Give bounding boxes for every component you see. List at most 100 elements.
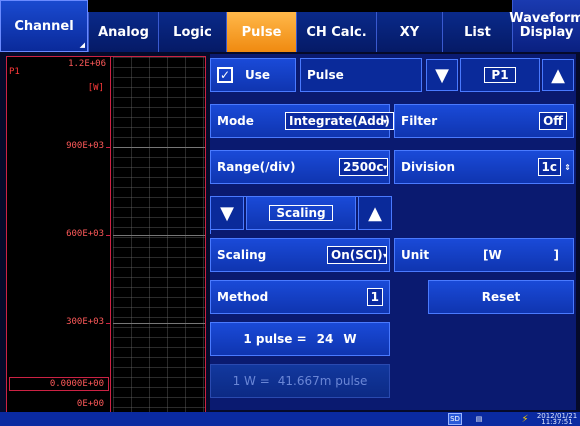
use-checkbox[interactable]: ✓ bbox=[217, 67, 233, 83]
mode-label: Mode bbox=[217, 114, 254, 128]
method-value: 1 bbox=[370, 290, 379, 304]
datetime-display: 2012/01/21 11:37:51 bbox=[536, 413, 578, 426]
method-setting[interactable]: Method 1 bbox=[210, 280, 390, 314]
pulse-settings-panel: ✓ Use Pulse ▼ P1 ▲ Mode Integrate(Add) ▾… bbox=[210, 54, 576, 410]
filter-setting[interactable]: Filter Off bbox=[394, 104, 574, 138]
dropdown-caret-icon: ▾ bbox=[382, 251, 387, 260]
tab-label: CH Calc. bbox=[306, 24, 367, 40]
scale-tick bbox=[106, 323, 110, 324]
scale-300k-label: 300E+03 bbox=[66, 317, 104, 327]
pulse-eq-value: 24 bbox=[316, 332, 334, 346]
tab-analog[interactable]: Analog bbox=[88, 12, 158, 52]
mode-value: Integrate(Add) bbox=[289, 114, 390, 128]
tab-ch-calc[interactable]: CH Calc. bbox=[296, 12, 376, 52]
triangle-down-icon: ▼ bbox=[435, 64, 449, 86]
triangle-up-icon: ▲ bbox=[368, 202, 382, 224]
division-stepper[interactable]: 1c bbox=[537, 158, 561, 176]
tab-xy[interactable]: XY bbox=[376, 12, 442, 52]
pulse-eq-label: 1 pulse = bbox=[243, 332, 307, 346]
range-value: 2500c bbox=[343, 160, 384, 174]
channel-prev-button[interactable]: ▼ bbox=[426, 59, 458, 91]
tab-label: XY bbox=[399, 24, 420, 40]
grid-major-line bbox=[113, 147, 205, 148]
scale-bottom-label: 0E+00 bbox=[76, 399, 104, 409]
filter-value: Off bbox=[543, 114, 563, 128]
type-display: Pulse bbox=[300, 58, 422, 92]
tab-pulse[interactable]: Pulse bbox=[226, 12, 296, 52]
tab-waveform-display[interactable]: Waveform Display bbox=[509, 0, 580, 52]
w-equation-display: 1 W = 41.667m pulse bbox=[210, 364, 390, 398]
tab-label: Analog bbox=[98, 24, 149, 40]
scaling-setting[interactable]: Scaling On(SCI) ▾ bbox=[210, 238, 390, 272]
scale-tick bbox=[106, 235, 110, 236]
division-label: Division bbox=[401, 160, 456, 174]
stepper-arrows-icon[interactable]: ⇕ bbox=[564, 163, 571, 172]
scale-column: P1 [W] 1.2E+06 900E+03 600E+03 300E+03 0… bbox=[7, 57, 111, 413]
reset-label: Reset bbox=[481, 290, 521, 304]
waveform-panel: P1 [W] 1.2E+06 900E+03 600E+03 300E+03 0… bbox=[6, 56, 206, 414]
time-text: 11:37:51 bbox=[541, 418, 573, 426]
reset-button[interactable]: Reset bbox=[428, 280, 574, 314]
mode-setting[interactable]: Mode Integrate(Add) ▾ bbox=[210, 104, 394, 138]
scale-900k-label: 900E+03 bbox=[66, 141, 104, 151]
unit-value-close: ] bbox=[553, 248, 559, 262]
range-label: Range(/div) bbox=[217, 160, 296, 174]
range-dropdown[interactable]: 2500c bbox=[339, 158, 388, 176]
type-value: Pulse bbox=[307, 68, 344, 82]
sd-card-icon: SD bbox=[448, 413, 462, 425]
tab-label: Pulse bbox=[241, 24, 282, 40]
grid-major-line bbox=[113, 323, 205, 324]
pulse-eq-unit: W bbox=[343, 332, 357, 346]
method-label: Method bbox=[217, 290, 269, 304]
channel-value: P1 bbox=[484, 67, 516, 83]
tab-logic[interactable]: Logic bbox=[158, 12, 226, 52]
triangle-down-icon: ▼ bbox=[220, 202, 234, 224]
power-plug-icon: ⚡ bbox=[521, 413, 529, 425]
grid-major-line bbox=[113, 235, 205, 236]
check-icon: ✓ bbox=[219, 68, 231, 82]
tab-channel[interactable]: Channel ◢ bbox=[0, 0, 88, 52]
tab-label: List bbox=[464, 24, 491, 40]
channel-label: P1 bbox=[9, 67, 20, 77]
w-eq-value: 41.667m pulse bbox=[277, 374, 368, 388]
scaling-header: Scaling bbox=[246, 196, 356, 230]
status-bar: SD ▤ ⚡ 2012/01/21 11:37:51 bbox=[0, 412, 580, 426]
filter-value-box[interactable]: Off bbox=[539, 112, 567, 130]
division-setting[interactable]: Division 1c ⇕ bbox=[394, 150, 574, 184]
scaling-next-button[interactable]: ▲ bbox=[358, 196, 392, 230]
scaling-dropdown[interactable]: On(SCI) bbox=[327, 246, 387, 264]
tab-label-line2: Display bbox=[519, 25, 574, 40]
dropdown-caret-icon: ▾ bbox=[382, 163, 387, 172]
channel-selector[interactable]: P1 bbox=[460, 58, 540, 92]
unit-label: [W] bbox=[87, 83, 104, 93]
scale-top-label: 1.2E+06 bbox=[68, 59, 106, 69]
mode-dropdown[interactable]: Integrate(Add) bbox=[285, 112, 394, 130]
method-value-box[interactable]: 1 bbox=[366, 288, 383, 306]
scale-tick bbox=[106, 147, 110, 148]
division-value: 1c bbox=[541, 160, 557, 174]
storage-icon: ▤ bbox=[475, 415, 483, 423]
tab-label: Channel bbox=[14, 18, 74, 34]
channel-next-button[interactable]: ▲ bbox=[542, 59, 574, 91]
unit-label: Unit bbox=[401, 248, 430, 262]
use-toggle[interactable]: ✓ Use bbox=[210, 58, 296, 92]
pulse-equation-button[interactable]: 1 pulse = 24 W bbox=[210, 322, 390, 356]
scale-600k-label: 600E+03 bbox=[66, 229, 104, 239]
scaling-header-label: Scaling bbox=[269, 205, 333, 221]
range-setting[interactable]: Range(/div) 2500c ▾ bbox=[210, 150, 390, 184]
tab-list[interactable]: List bbox=[442, 12, 512, 52]
corner-indicator-icon: ◢ bbox=[79, 41, 85, 49]
w-eq-label: 1 W = bbox=[232, 374, 270, 388]
unit-value-open: [W bbox=[483, 248, 502, 262]
scaling-value: On(SCI) bbox=[331, 248, 383, 262]
dropdown-caret-icon: ▾ bbox=[382, 117, 387, 126]
scaling-label: Scaling bbox=[217, 248, 267, 262]
tab-label-line1: Waveform bbox=[509, 11, 580, 26]
filter-label: Filter bbox=[401, 114, 438, 128]
use-label: Use bbox=[245, 68, 271, 82]
scaling-prev-button[interactable]: ▼ bbox=[210, 196, 244, 230]
unit-setting[interactable]: Unit [W ] bbox=[394, 238, 574, 272]
scale-zero-label: 0.0000E+00 bbox=[49, 379, 104, 389]
triangle-up-icon: ▲ bbox=[551, 64, 565, 86]
tab-label: Logic bbox=[173, 24, 212, 40]
